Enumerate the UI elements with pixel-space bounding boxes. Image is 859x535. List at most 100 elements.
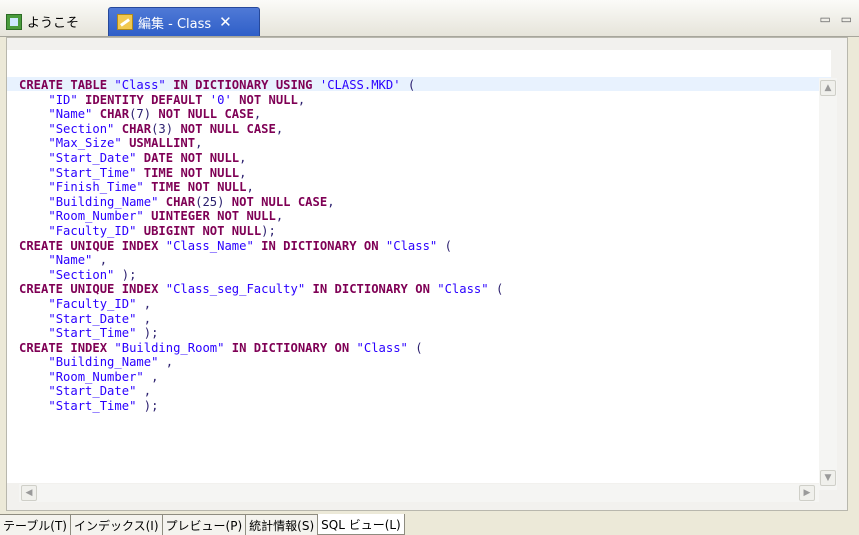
sql-text: , — [136, 296, 152, 311]
code-line: "Start_Time" TIME NOT NULL, — [19, 165, 247, 180]
tab-welcome-label: ようこそ — [27, 16, 80, 31]
sql-text: , — [239, 165, 247, 180]
sql-string: "Building_Name" — [48, 194, 159, 209]
sql-keyword: USMALLINT — [121, 136, 196, 151]
sql-text: , — [136, 311, 152, 326]
sql-keyword: NOT NULL CASE — [173, 121, 276, 136]
welcome-icon — [6, 13, 22, 30]
code-line: "Name" , — [19, 253, 107, 267]
edit-table-icon — [117, 14, 133, 30]
sql-string: "Section" — [48, 121, 115, 136]
view-tab[interactable]: 統計情報(S) — [246, 514, 319, 535]
code-line: "Finish_Time" TIME NOT NULL, — [19, 180, 254, 195]
view-tab[interactable]: テーブル(T) — [0, 514, 71, 535]
sql-text: , — [246, 180, 254, 195]
code-line: CREATE TABLE "Class" IN DICTIONARY USING… — [19, 78, 415, 92]
sql-text: , — [297, 92, 306, 107]
sql-keyword: NOT NULL — [231, 92, 298, 107]
sql-text: , — [327, 194, 335, 209]
sql-string: "Class_Name" — [165, 238, 254, 253]
sql-text: (7) — [129, 107, 152, 122]
sql-string: "Class" — [356, 340, 408, 355]
sql-text: , — [143, 369, 159, 384]
view-tab[interactable]: プレビュー(P) — [162, 514, 247, 535]
code-line: "Faculty_ID" UBIGINT NOT NULL); — [19, 224, 276, 238]
sql-text: , — [253, 107, 262, 122]
sql-text: ( — [488, 282, 504, 297]
sql-text: ( — [400, 78, 416, 92]
code-line: "Room_Number" , — [19, 370, 158, 384]
view-tab[interactable]: インデックス(I) — [70, 514, 163, 535]
sql-text: , — [275, 209, 284, 224]
sql-string: 'CLASS.MKD' — [319, 78, 401, 92]
sql-editor[interactable]: CREATE TABLE "Class" IN DICTIONARY USING… — [7, 50, 831, 483]
sql-keyword: IDENTITY DEFAULT — [77, 92, 210, 107]
sql-keyword: IN DICTIONARY ON — [305, 282, 438, 297]
code-line: "ID" IDENTITY DEFAULT '0' NOT NULL, — [19, 93, 305, 107]
sql-text: ); — [114, 267, 137, 282]
tab-welcome[interactable]: ようこそ — [6, 8, 79, 35]
close-icon[interactable]: ✕ — [219, 14, 232, 30]
sql-keyword: TIME NOT NULL — [143, 180, 247, 195]
scroll-up-icon[interactable]: ▲ — [820, 80, 836, 96]
sql-text: ( — [437, 238, 452, 253]
horizontal-scrollbar[interactable]: ◀ ▶ — [19, 484, 819, 502]
sql-string: "Faculty_ID" — [48, 223, 137, 238]
code-line: "Building_Name" CHAR(25) NOT NULL CASE, — [19, 194, 335, 209]
sql-string: "ID" — [48, 92, 78, 107]
sql-string: "Section" — [48, 267, 115, 282]
sql-string: "Max_Size" — [48, 136, 122, 151]
editor-tab-strip: ようこそ 編集 - Class ✕ ▭ ▭ — [0, 0, 859, 37]
sql-string: "Class_seg_Faculty" — [165, 282, 306, 297]
tab-edit-class[interactable]: 編集 - Class ✕ — [108, 7, 260, 36]
view-tab-bar: テーブル(T) インデックス(I) プレビュー(P) 統計情報(S) SQL ビュー(L… — [0, 514, 405, 535]
sql-keyword: CREATE TABLE — [19, 78, 115, 92]
scroll-left-icon[interactable]: ◀ — [21, 485, 37, 501]
sql-text: , — [195, 136, 203, 151]
sql-keyword: TIME NOT NULL — [136, 165, 240, 180]
sql-string: "Class" — [114, 78, 166, 92]
code-line: "Section" CHAR(3) NOT NULL CASE, — [19, 122, 283, 136]
sql-text: , — [136, 384, 152, 399]
sql-string: "Faculty_ID" — [48, 296, 137, 311]
code-line: "Room_Number" UINTEGER NOT NULL, — [19, 209, 283, 223]
scroll-down-icon[interactable]: ▼ — [820, 470, 836, 486]
code-line: "Name" CHAR(7) NOT NULL CASE, — [19, 107, 261, 121]
sql-keyword: UBIGINT NOT NULL — [136, 223, 262, 238]
code-line: "Start_Time" ); — [19, 326, 158, 340]
sql-text: ( — [407, 340, 423, 355]
scroll-right-icon[interactable]: ▶ — [799, 485, 815, 501]
code-line: "Building_Name" , — [19, 355, 173, 369]
code-line: "Start_Date" , — [19, 312, 151, 326]
sql-keyword: NOT NULL CASE — [151, 107, 254, 122]
sql-string: "Start_Time" — [48, 326, 137, 341]
vertical-scrollbar[interactable]: ▲ ▼ — [819, 78, 837, 490]
sql-keyword: CREATE UNIQUE INDEX — [19, 282, 166, 297]
sql-view-pane: CREATE TABLE "Class" IN DICTIONARY USING… — [6, 37, 848, 511]
code-line: "Start_Date" DATE NOT NULL, — [19, 151, 246, 165]
sql-keyword: CHAR — [158, 194, 196, 209]
sql-keyword: CREATE INDEX — [19, 340, 115, 355]
view-tab[interactable]: SQL ビュー(L) — [318, 514, 405, 535]
sql-text: ); — [136, 399, 159, 414]
sql-string: "Name" — [48, 107, 93, 122]
sql-code[interactable]: CREATE TABLE "Class" IN DICTIONARY USING… — [19, 78, 503, 414]
sql-keyword: NOT NULL CASE — [224, 194, 328, 209]
sql-text: , — [92, 253, 108, 268]
sql-string: "Start_Date" — [48, 384, 137, 399]
minimize-maximize-icons[interactable]: ▭ ▭ — [820, 12, 856, 26]
